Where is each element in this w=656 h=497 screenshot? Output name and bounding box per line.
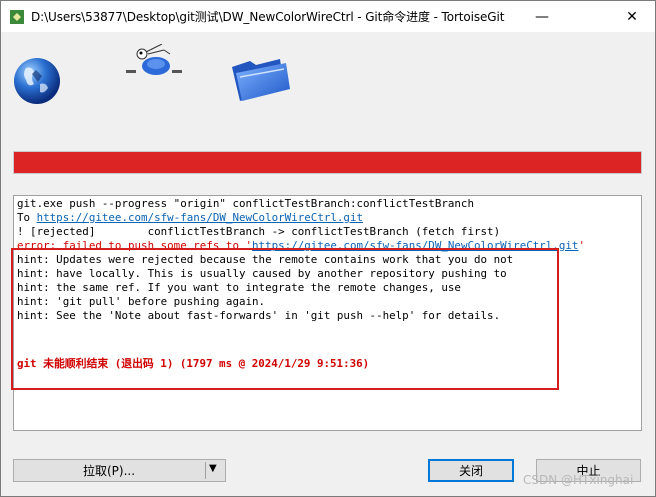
progress-bar xyxy=(13,151,642,174)
close-button[interactable]: 关闭 xyxy=(428,459,514,482)
turtle-icon xyxy=(126,44,182,75)
hint-line: hint: 'git pull' before pushing again. xyxy=(17,295,266,308)
watermark: CSDN @HTxinghai xyxy=(523,473,634,487)
log-line: ! [rejected] conflictTestBranch -> confl… xyxy=(17,225,501,238)
split-divider xyxy=(205,462,206,479)
hint-line: hint: Updates were rejected because the … xyxy=(17,253,514,266)
error-text: error: failed to push some refs to ' xyxy=(17,239,253,252)
git-progress-window: D:\Users\53877\Desktop\git测试\DW_NewColor… xyxy=(0,0,656,497)
animation-area xyxy=(1,32,655,147)
log-line: git.exe push --progress "origin" conflic… xyxy=(17,197,474,210)
remote-url-link[interactable]: https://gitee.com/sfw-fans/DW_NewColorWi… xyxy=(37,211,363,224)
tortoisegit-icon xyxy=(10,10,24,24)
error-line: error: failed to push some refs to 'http… xyxy=(17,239,585,253)
globe-icon xyxy=(14,58,60,104)
finish-status: git 未能顺利结束 (退出码 1) (1797 ms @ 2024/1/29 … xyxy=(17,357,370,370)
hint-line: hint: See the 'Note about fast-forwards'… xyxy=(17,309,501,322)
error-text: ' xyxy=(578,239,585,252)
window-title: D:\Users\53877\Desktop\git测试\DW_NewColor… xyxy=(31,10,505,24)
pull-button-label[interactable]: 拉取(P)... xyxy=(14,460,204,481)
log-text: To xyxy=(17,211,37,224)
remote-url-link[interactable]: https://gitee.com/sfw-fans/DW_NewColorWi… xyxy=(252,239,578,252)
dropdown-arrow-icon[interactable]: ▼ xyxy=(209,463,217,474)
pull-button[interactable]: 拉取(P)... ▼ xyxy=(13,459,226,482)
title-bar[interactable]: D:\Users\53877\Desktop\git测试\DW_NewColor… xyxy=(1,1,655,32)
log-line: To https://gitee.com/sfw-fans/DW_NewColo… xyxy=(17,211,363,225)
close-window-button[interactable]: ✕ xyxy=(609,1,655,32)
output-log[interactable]: git.exe push --progress "origin" conflic… xyxy=(13,195,642,431)
hint-line: hint: the same ref. If you want to integ… xyxy=(17,281,461,294)
hint-line: hint: have locally. This is usually caus… xyxy=(17,267,507,280)
folder-icon xyxy=(232,59,290,101)
minimize-button[interactable]: — xyxy=(519,1,565,32)
